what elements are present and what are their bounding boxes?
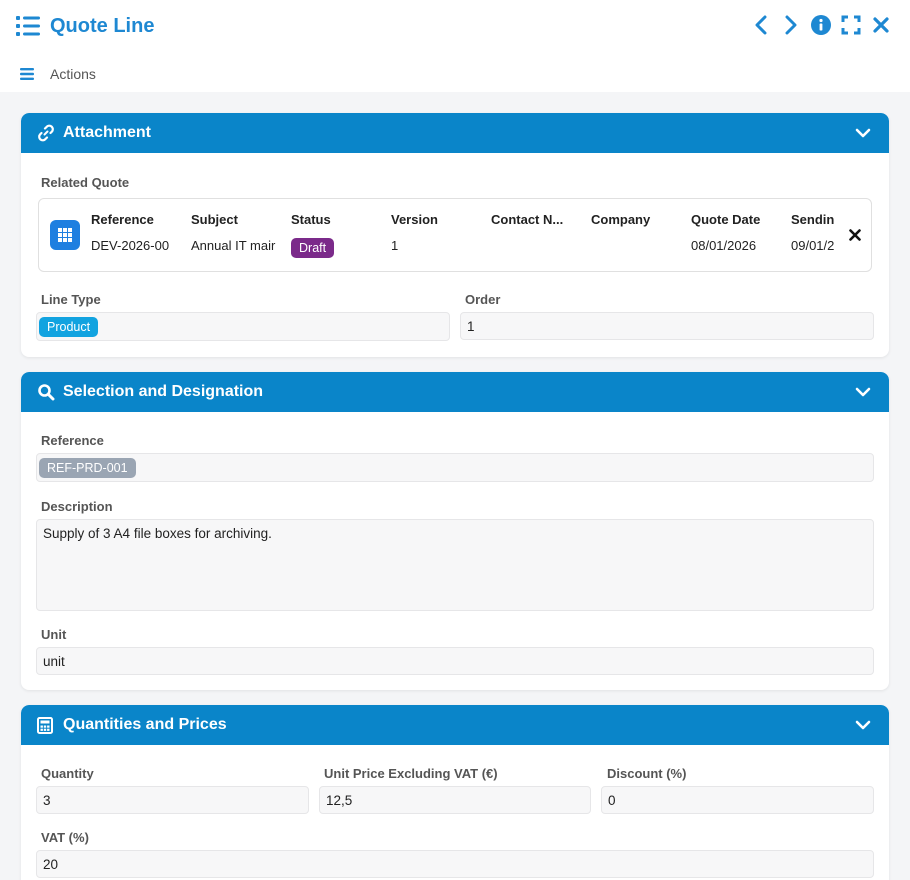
order-label: Order — [465, 292, 501, 307]
column-header: Quote Date — [691, 212, 761, 227]
col-sending-date: Sendin 09/01/2 — [791, 212, 837, 258]
chevron-down-icon[interactable] — [855, 384, 871, 400]
attachment-panel-title: Attachment — [63, 124, 152, 141]
column-header: Contact N... — [491, 212, 564, 227]
column-header: Sendin — [791, 212, 835, 227]
window-header: Quote Line Actions — [0, 0, 910, 92]
column-value: Annual IT mair — [191, 238, 276, 253]
previous-button[interactable] — [750, 14, 772, 36]
window-controls — [750, 14, 892, 36]
line-type-label: Line Type — [41, 292, 101, 307]
remove-link-icon[interactable] — [849, 229, 861, 241]
column-value: 1 — [391, 238, 399, 253]
column-header: Reference — [91, 212, 154, 227]
description-label: Description — [41, 499, 113, 514]
discount-label: Discount (%) — [607, 766, 687, 781]
link-icon — [37, 124, 55, 142]
chevron-right-icon — [785, 15, 797, 35]
selection-panel-header[interactable]: Selection and Designation — [21, 372, 889, 412]
status-badge: Draft — [291, 238, 335, 258]
quantities-panel-title: Quantities and Prices — [63, 716, 227, 733]
related-quote-label: Related Quote — [41, 175, 130, 190]
grid-icon — [50, 220, 80, 250]
expand-icon — [841, 15, 861, 35]
quantity-field[interactable]: 3 — [36, 786, 309, 814]
hamburger-icon — [20, 68, 34, 80]
col-quote-date: Quote Date 08/01/2026 — [691, 212, 781, 258]
line-type-badge: Product — [39, 316, 99, 337]
actions-label: Actions — [50, 66, 96, 82]
column-value — [491, 238, 571, 258]
quantities-panel-header[interactable]: Quantities and Prices — [21, 705, 889, 745]
list-icon — [16, 16, 40, 36]
col-reference: Reference DEV-2026-00 — [91, 212, 179, 258]
vat-field[interactable]: 20 — [36, 850, 874, 878]
reference-field[interactable]: REF-PRD-001 — [36, 453, 874, 482]
unit-price-label: Unit Price Excluding VAT (€) — [324, 766, 498, 781]
column-value: 08/01/2026 — [691, 238, 757, 253]
calculator-icon — [37, 716, 55, 734]
col-contact: Contact N... — [491, 212, 571, 258]
quantity-label: Quantity — [41, 766, 94, 781]
search-icon — [37, 383, 55, 401]
reference-badge: REF-PRD-001 — [39, 457, 136, 478]
actions-menu[interactable]: Actions — [20, 66, 96, 82]
column-header: Company — [591, 212, 651, 227]
col-status: Status Draft — [291, 212, 381, 258]
unit-field[interactable]: unit — [36, 647, 874, 675]
chevron-down-icon[interactable] — [855, 125, 871, 141]
maximize-button[interactable] — [840, 14, 862, 36]
selection-panel: Selection and Designation Reference REF-… — [21, 372, 889, 690]
reference-label: Reference — [41, 433, 104, 448]
column-value: DEV-2026-00 — [91, 238, 170, 253]
page-title: Quote Line — [50, 14, 155, 37]
unit-label: Unit — [41, 627, 67, 642]
related-quote-card[interactable]: Reference DEV-2026-00 Subject Annual IT … — [38, 198, 872, 272]
discount-field[interactable]: 0 — [601, 786, 874, 814]
column-value: Draft — [291, 238, 381, 258]
column-value: 09/01/2 — [791, 238, 835, 253]
close-button[interactable] — [870, 14, 892, 36]
next-button[interactable] — [780, 14, 802, 36]
order-field[interactable]: 1 — [460, 312, 874, 340]
column-header: Status — [291, 212, 331, 227]
close-icon — [873, 17, 889, 33]
info-icon — [811, 15, 831, 35]
col-version: Version 1 — [391, 212, 481, 258]
col-subject: Subject Annual IT mair — [191, 212, 277, 258]
quantities-panel: Quantities and Prices Quantity 3 Unit Pr… — [21, 705, 889, 880]
chevron-left-icon — [755, 15, 767, 35]
vat-label: VAT (%) — [41, 830, 89, 845]
column-header: Subject — [191, 212, 238, 227]
attachment-panel-header[interactable]: Attachment — [21, 113, 889, 153]
line-type-field[interactable]: Product — [36, 312, 450, 341]
info-button[interactable] — [810, 14, 832, 36]
description-textarea[interactable]: Supply of 3 A4 file boxes for archiving. — [36, 519, 874, 611]
column-header: Version — [391, 212, 438, 227]
column-value — [591, 238, 681, 258]
selection-panel-title: Selection and Designation — [63, 383, 264, 400]
chevron-down-icon[interactable] — [855, 717, 871, 733]
col-company: Company — [591, 212, 681, 258]
attachment-panel: Attachment Related Quote Reference DEV-2… — [21, 113, 889, 357]
title-row: Quote Line — [16, 12, 154, 40]
unit-price-field[interactable]: 12,5 — [319, 786, 591, 814]
